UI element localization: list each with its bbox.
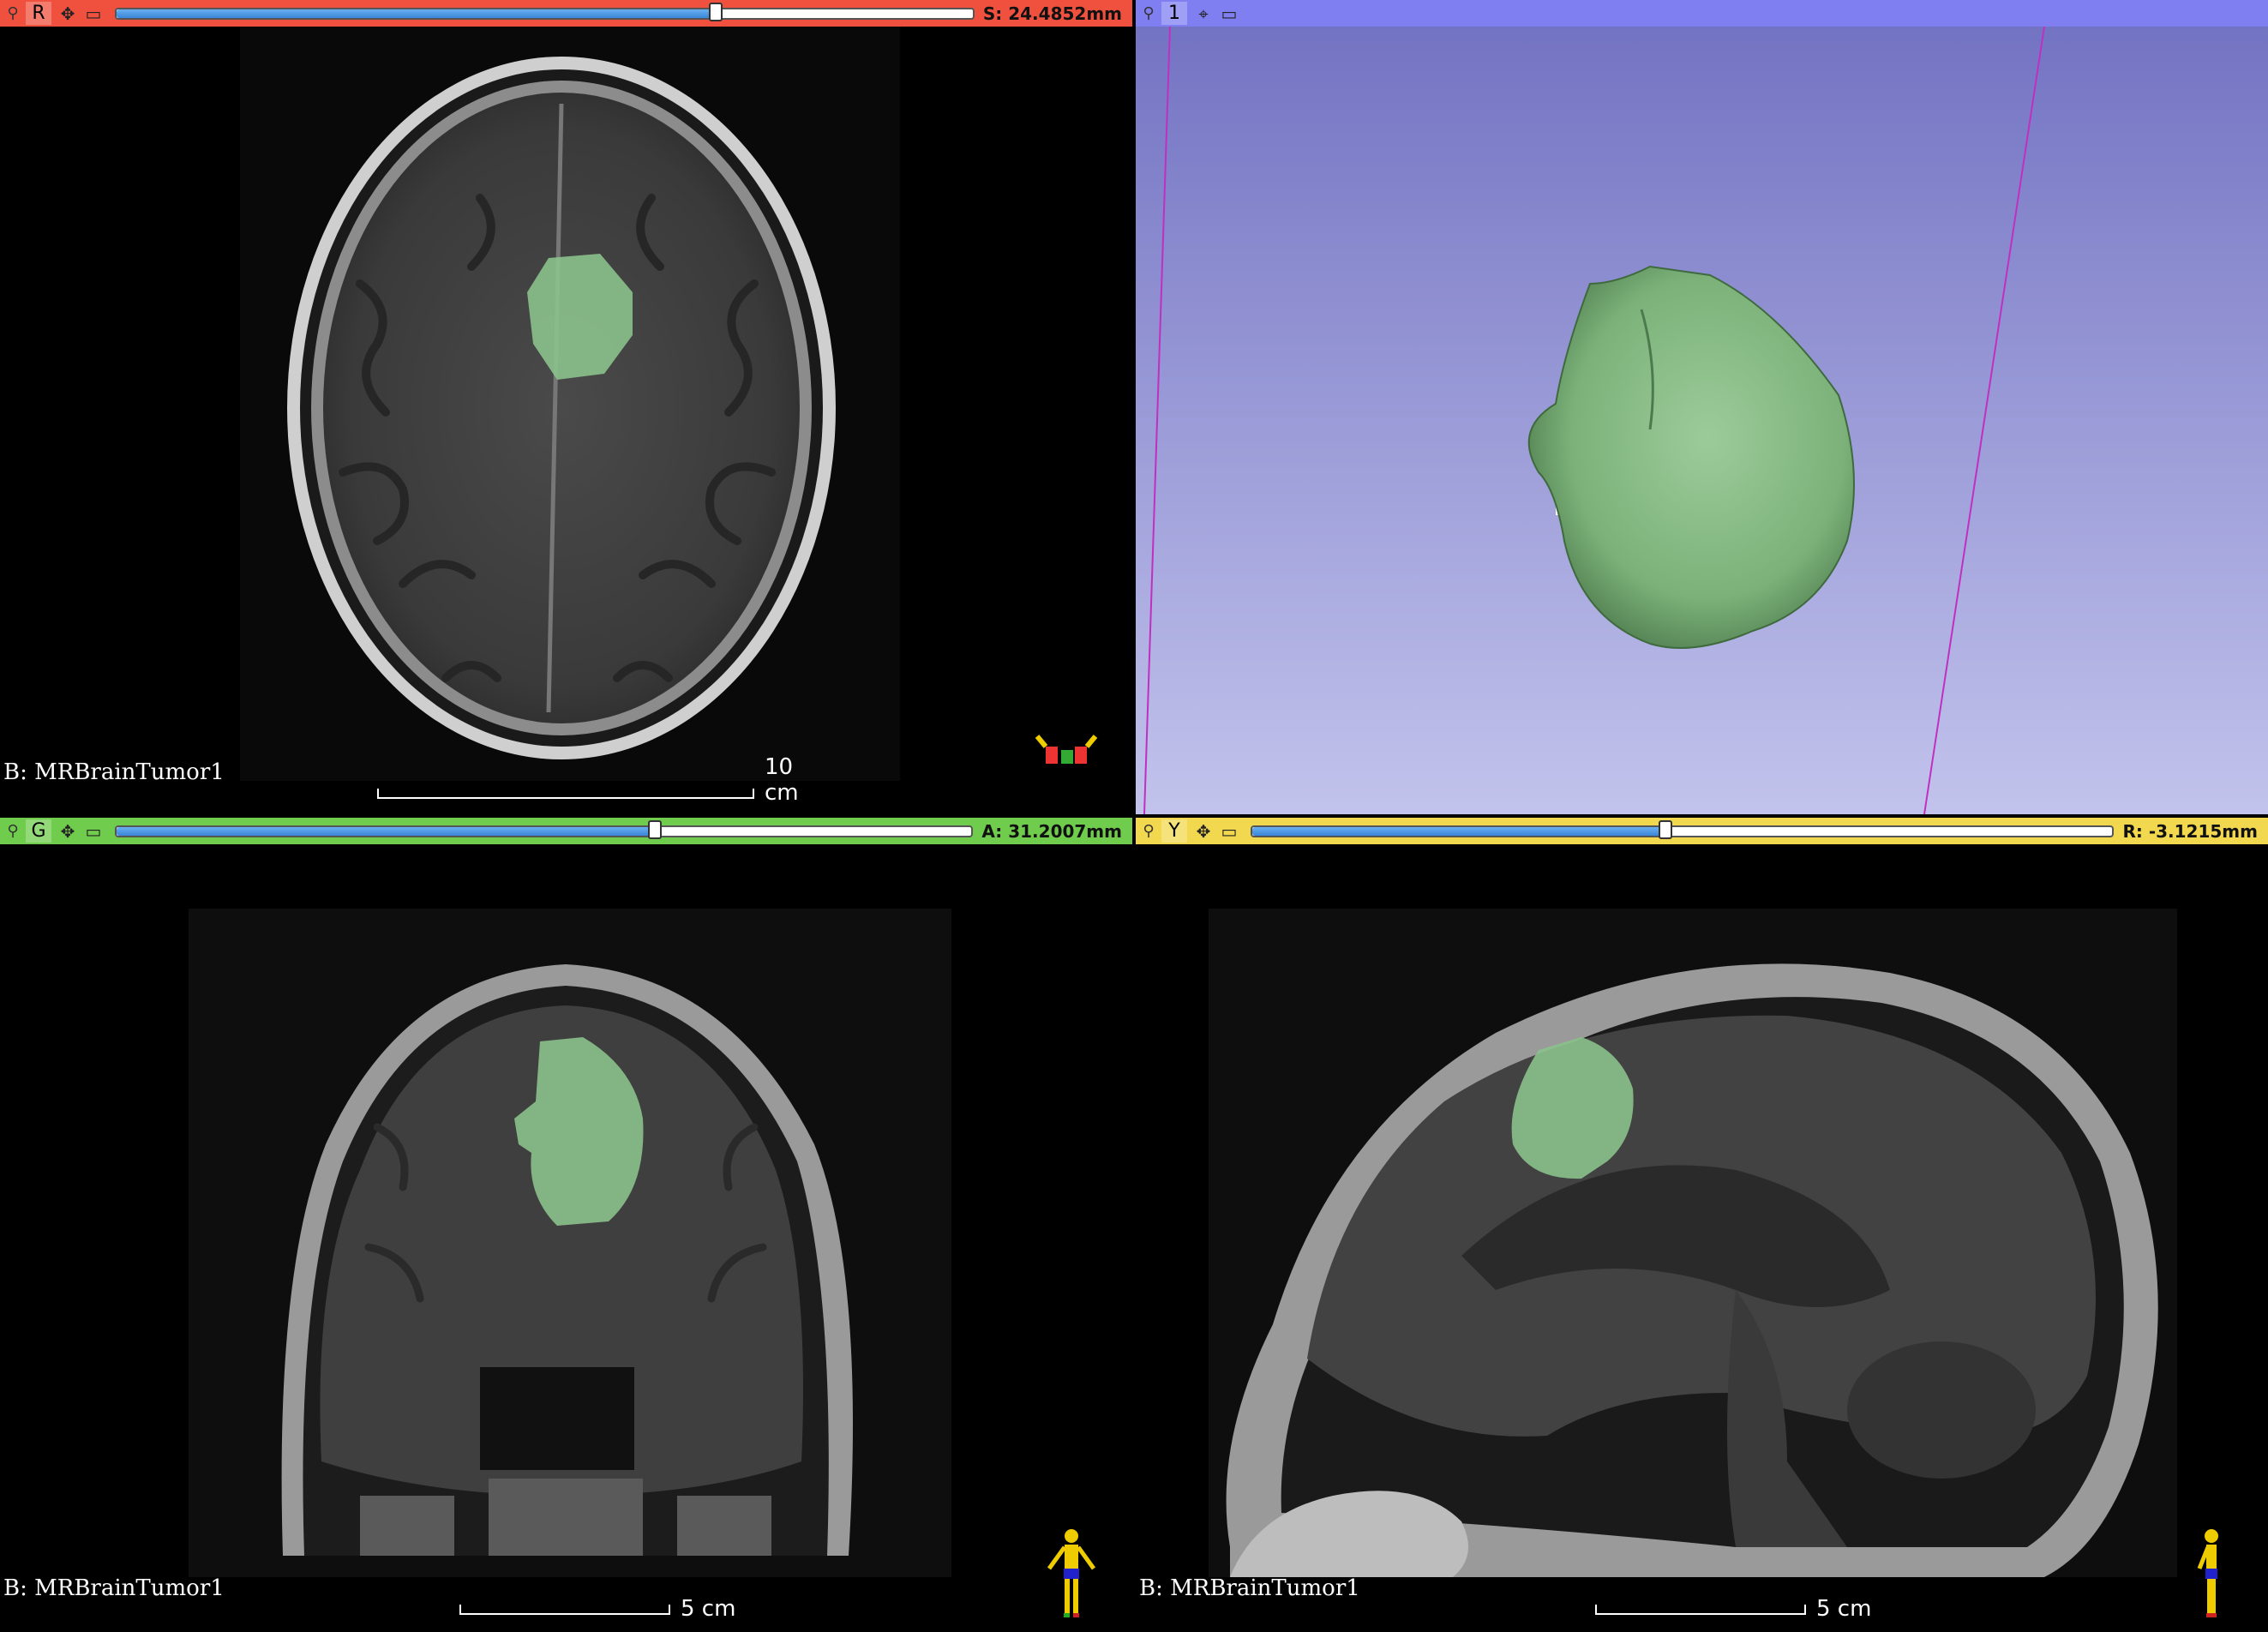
- maximize-view-icon[interactable]: ▭: [81, 819, 106, 843]
- red-slice-view[interactable]: ⚲ R ✥ ▭ S: 24.4852mm B: MRBrainTumor1 10…: [0, 0, 1132, 814]
- link-crosshair-icon[interactable]: ✥: [55, 2, 81, 25]
- maximize-view-icon[interactable]: ▭: [81, 2, 106, 25]
- slider-handle[interactable]: [1658, 819, 1672, 839]
- pin-icon[interactable]: ⚲: [0, 0, 26, 27]
- yellow-slice-offset-slider[interactable]: [1251, 819, 2115, 839]
- slider-handle[interactable]: [709, 2, 723, 21]
- link-crosshair-icon[interactable]: ✥: [55, 819, 81, 843]
- ruler-label: 5 cm: [681, 1596, 736, 1622]
- pin-icon[interactable]: ⚲: [1136, 818, 1161, 844]
- pin-icon[interactable]: ⚲: [1136, 0, 1161, 27]
- red-offset-readout: S: 24.4852mm: [982, 3, 1122, 24]
- red-view-controller-bar: ⚲ R ✥ ▭ S: 24.4852mm: [0, 0, 1132, 27]
- red-slice-offset-slider[interactable]: [115, 2, 975, 21]
- view-label-threed: 1: [1161, 2, 1187, 25]
- axial-mri-image: [240, 27, 1098, 781]
- sagittal-mri-image: [1209, 909, 2218, 1617]
- ruler-label: 10 cm: [765, 754, 799, 806]
- yellow-slice-view[interactable]: ⚲ Y ✥ ▭ R: -3.1215mm B: MRBrainTumor1 5 …: [1136, 818, 2268, 1632]
- green-slice-offset-slider[interactable]: [115, 819, 974, 839]
- maximize-view-icon[interactable]: ▭: [1216, 819, 1242, 843]
- red-background-label: B: MRBrainTumor1: [3, 759, 225, 785]
- slider-handle[interactable]: [648, 819, 663, 839]
- yellow-background-label: B: MRBrainTumor1: [1139, 1575, 1360, 1601]
- center-view-icon[interactable]: ⌖: [1191, 2, 1216, 25]
- red-scale-ruler: 10 cm: [377, 754, 799, 806]
- threed-view[interactable]: ⚲ 1 ⌖ ▭: [1136, 0, 2268, 814]
- link-crosshair-icon[interactable]: ✥: [1191, 819, 1216, 843]
- yellow-scale-ruler: 5 cm: [1595, 1587, 1878, 1622]
- ruler-label: 5 cm: [1816, 1596, 1872, 1622]
- threed-render[interactable]: [1136, 27, 2268, 814]
- green-view-controller-bar: ⚲ G ✥ ▭ A: 31.2007mm: [0, 818, 1132, 844]
- green-slice-view[interactable]: ⚲ G ✥ ▭ A: 31.2007mm B: MRBrainTumor1 5 …: [0, 818, 1132, 1632]
- threed-view-controller-bar: ⚲ 1 ⌖ ▭: [1136, 0, 2268, 27]
- green-offset-readout: A: 31.2007mm: [981, 820, 1122, 842]
- yellow-offset-readout: R: -3.1215mm: [2122, 820, 2258, 842]
- maximize-view-icon[interactable]: ▭: [1216, 2, 1242, 25]
- view-label-green: G: [26, 819, 51, 843]
- coronal-mri-image: [189, 909, 1096, 1617]
- pin-icon[interactable]: ⚲: [0, 818, 26, 844]
- green-scale-ruler: 5 cm: [459, 1587, 742, 1622]
- yellow-view-controller-bar: ⚲ Y ✥ ▭ R: -3.1215mm: [1136, 818, 2268, 844]
- green-background-label: B: MRBrainTumor1: [3, 1575, 225, 1601]
- view-label-red: R: [26, 2, 51, 25]
- view-label-yellow: Y: [1161, 819, 1187, 843]
